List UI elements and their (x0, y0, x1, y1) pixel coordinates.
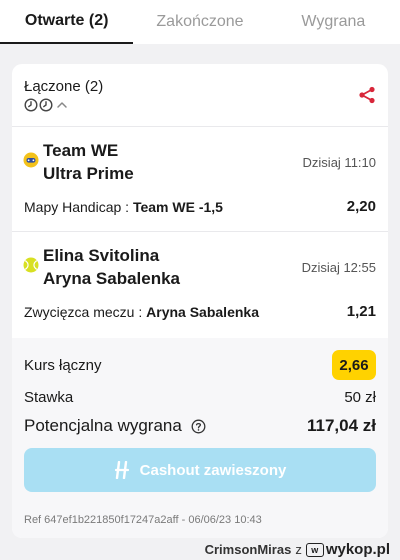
potential-win-value: 117,04 zł (306, 416, 376, 435)
tennis-ball-icon (23, 257, 39, 273)
total-odds-badge: 2,66 (332, 350, 376, 380)
watermark: CrimsonMiras z w wykop.pl (205, 541, 390, 558)
event-time: Dzisiaj 11:10 (302, 155, 376, 170)
help-icon[interactable] (191, 419, 206, 434)
market-label: Mapy Handicap : (24, 199, 130, 215)
event-time: Dzisiaj 12:55 (301, 260, 376, 275)
selection-text: Zwycięzca meczu : Aryna Sabalenka (24, 304, 259, 320)
bet-type-label: Łączone (2) (24, 78, 104, 95)
tab-won[interactable]: Wygrana (267, 0, 400, 44)
selection-odd: 1,21 (346, 303, 376, 320)
clock-icon (39, 98, 53, 112)
bets-tabs: Otwarte (2) Zakończone Wygrana (0, 0, 400, 44)
total-odds-label: Kurs łączny (24, 357, 102, 374)
tab-open[interactable]: Otwarte (2) (0, 0, 134, 44)
wykop-logo-icon: w (305, 542, 324, 557)
bet-card: Łączone (2) Team WE Ultra Prime Dzisiaj … (12, 64, 388, 538)
share-icon[interactable] (358, 86, 376, 104)
selection-label: Team WE -1,5 (132, 199, 223, 215)
player-home: Elina Svitolina (43, 246, 160, 265)
selection-text: Mapy Handicap : Team WE -1,5 (24, 199, 223, 215)
potential-win-row: Potencjalna wygrana (24, 416, 206, 436)
watermark-user: CrimsonMiras (204, 542, 292, 557)
wykop-logo-text: wykop.pl (325, 541, 390, 558)
bet-summary: Kurs łączny 2,66 Stawka 50 zł Potencjaln… (12, 338, 388, 538)
cashout-button[interactable]: Cashout zawieszony (24, 448, 376, 492)
event-row[interactable]: Elina Svitolina Aryna Sabalenka Dzisiaj … (12, 231, 388, 338)
chevron-up-icon[interactable] (54, 98, 70, 112)
tab-finished[interactable]: Zakończone (133, 0, 266, 44)
esports-icon (23, 152, 39, 168)
event-row[interactable]: Team WE Ultra Prime Dzisiaj 11:10 Mapy H… (12, 126, 388, 231)
player-away: Aryna Sabalenka (43, 269, 181, 288)
stake-label: Stawka (24, 389, 74, 406)
watermark-z: z (295, 542, 302, 557)
cashout-icon (114, 461, 129, 479)
bet-status-icons (24, 98, 70, 112)
potential-win-label: Potencjalna wygrana (24, 416, 182, 435)
wykop-logo: w wykop.pl (305, 541, 390, 558)
market-label: Zwycięzca meczu : (24, 304, 143, 320)
bet-header: Łączone (2) (12, 64, 388, 126)
stake-value: 50 zł (344, 389, 376, 406)
selection-odd: 2,20 (346, 198, 376, 215)
team-away: Ultra Prime (43, 164, 134, 183)
selection-label: Aryna Sabalenka (146, 304, 259, 320)
clock-icon (24, 98, 38, 112)
cashout-label: Cashout zawieszony (139, 461, 287, 479)
bet-reference: Ref 647ef1b221850f17247a2aff - 06/06/23 … (24, 514, 262, 526)
team-home: Team WE (43, 141, 119, 160)
